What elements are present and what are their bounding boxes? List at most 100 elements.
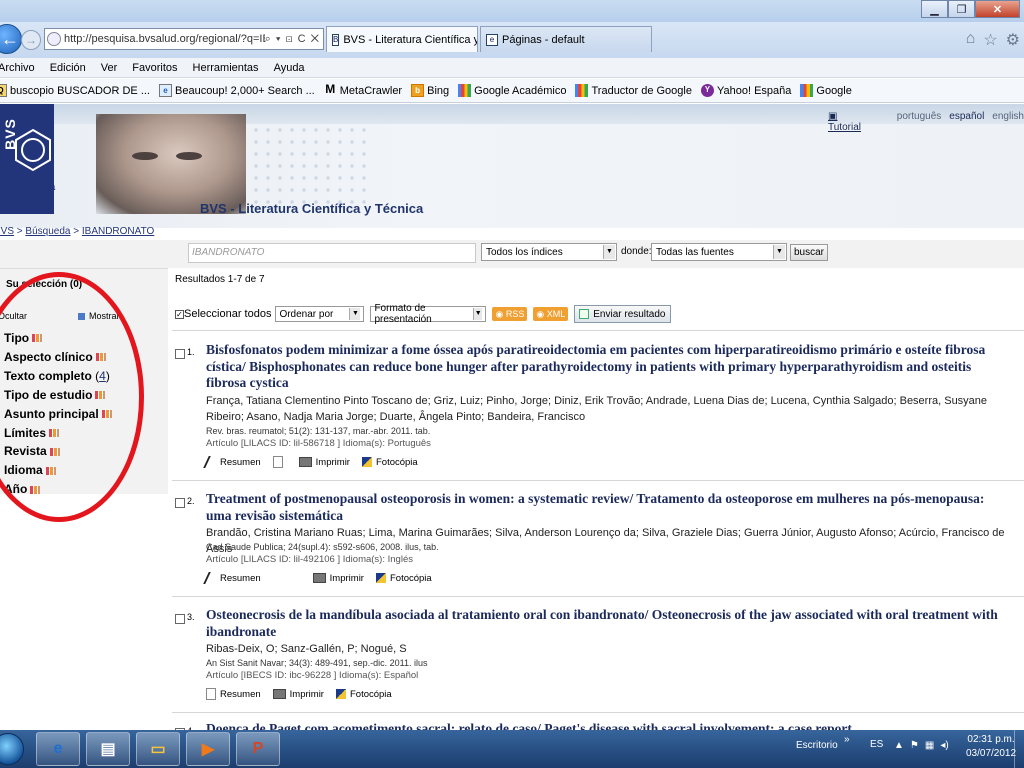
explorer-taskbar-icon[interactable]: ▤ <box>86 732 130 766</box>
result-checkbox[interactable] <box>175 498 185 508</box>
result-checkbox[interactable] <box>175 614 185 624</box>
forward-button[interactable]: → <box>21 30 41 50</box>
fotocopia-button[interactable]: Fotocópia <box>375 573 432 584</box>
menu-edicion[interactable]: Edición <box>50 62 86 74</box>
media-player-taskbar-icon[interactable]: ▶ <box>186 732 230 766</box>
fotocopia-button[interactable]: Fotocópia <box>361 457 418 468</box>
volume-icon[interactable]: ◂) <box>940 740 948 751</box>
result-actions: Resumen Imprimir Fotocópia <box>203 572 444 584</box>
fotocopia-icon <box>335 689 346 699</box>
address-bar[interactable]: http://pesquisa.bvsalud.org/regional/?q=… <box>44 28 324 50</box>
menu-ver[interactable]: Ver <box>101 62 118 74</box>
printer-icon <box>272 689 286 699</box>
favorite-bing[interactable]: b Bing <box>411 84 449 97</box>
flag-icon[interactable]: ⚑ <box>910 740 919 751</box>
windows-logo-icon <box>0 733 24 765</box>
menu-herramientas[interactable]: Herramientas <box>193 62 259 74</box>
document-icon <box>206 688 216 700</box>
result-title[interactable]: Osteonecrosis de la mandíbula asociada a… <box>206 607 1006 640</box>
ie-taskbar-icon[interactable]: e <box>36 732 80 766</box>
imprimir-button[interactable]: Imprimir <box>298 457 350 468</box>
menu-favoritos[interactable]: Favoritos <box>132 62 177 74</box>
favorites-star-icon[interactable]: ☆ <box>983 30 997 50</box>
logo-line2: Virtual en salud <box>0 194 37 217</box>
show-desktop-button[interactable] <box>1014 730 1024 768</box>
favorite-google[interactable]: Google <box>800 84 852 97</box>
favorite-beaucoup[interactable]: e Beaucoup! 2,000+ Search ... <box>159 84 315 97</box>
address-url[interactable]: http://pesquisa.bvsalud.org/regional/?q=… <box>64 33 265 45</box>
menu-archivo[interactable]: Archivo <box>0 62 35 74</box>
language-bar: ▣ Tutorial português español english <box>828 111 1024 133</box>
resumen-button[interactable]: Resumen <box>203 456 261 468</box>
page-title: BVS - Literatura Científica y Técnica <box>200 201 424 216</box>
search-input[interactable]: IBANDRONATO <box>188 243 476 263</box>
divider <box>172 480 1024 481</box>
address-tools-icon[interactable]: ⌕ ▾ ⊡ C ✕ <box>265 33 323 46</box>
printer-icon <box>312 573 326 583</box>
home-icon[interactable]: ⌂ <box>966 30 976 50</box>
minimize-button[interactable]: ▁ <box>921 0 948 18</box>
ie-tab-icon: e <box>486 33 498 46</box>
result-number: 2. <box>187 496 195 506</box>
order-by-select[interactable]: Ordenar por ▼ <box>275 306 365 322</box>
result-title[interactable]: Bisfosfonatos podem minimizar a fome óss… <box>206 342 1006 392</box>
send-results-button[interactable]: Enviar resultado <box>574 305 671 323</box>
favorite-google-academico[interactable]: Google Académico <box>458 84 566 97</box>
folder-taskbar-icon[interactable]: ▭ <box>136 732 180 766</box>
network-icon[interactable]: ▦ <box>925 740 934 751</box>
xml-button[interactable]: ◉ XML <box>533 307 569 321</box>
fotocopia-icon <box>361 457 372 467</box>
xml-icon: ◉ <box>536 308 545 319</box>
imprimir-button[interactable]: Imprimir <box>272 689 324 700</box>
title-bar: ▁ ❐ ✕ <box>0 0 1024 22</box>
tutorial-link[interactable]: ▣ Tutorial <box>828 111 871 133</box>
lang-portugues[interactable]: português <box>897 111 941 133</box>
google-icon <box>575 84 589 97</box>
tab-title: BVS - Literatura Científica y ... <box>343 33 478 46</box>
site-banner: BVS Biblioteca Virtual en salud BVS - Li… <box>0 104 1024 237</box>
desktop-toolbar[interactable]: Escritorio» <box>796 734 850 751</box>
lang-english[interactable]: english <box>992 111 1024 133</box>
favorite-yahoo[interactable]: Y Yahoo! España <box>700 84 791 97</box>
favorite-metacrawler[interactable]: M MetaCrawler <box>324 83 402 97</box>
search-bar: IBANDRONATO Todos los índices ▼ donde: To… <box>0 240 1024 268</box>
result-title[interactable]: Treatment of postmenopausal osteoporosis… <box>206 491 1006 524</box>
clock[interactable]: 02:31 p.m. 03/07/2012 <box>966 733 1016 761</box>
search-button[interactable]: buscar <box>790 244 829 261</box>
rss-button[interactable]: ◉ RSS <box>492 307 528 321</box>
logo-caption: Biblioteca Virtual en salud <box>0 182 62 218</box>
fotocopia-button[interactable]: Fotocópia <box>335 689 392 700</box>
imprimir-button[interactable]: Imprimir <box>312 573 364 584</box>
result-checkbox[interactable] <box>175 349 185 359</box>
resumen-button[interactable]: Resumen <box>206 688 261 700</box>
chevron-icon: » <box>844 734 850 745</box>
google-icon <box>800 84 814 97</box>
powerpoint-taskbar-icon[interactable]: P <box>236 732 280 766</box>
resumen-button[interactable]: Resumen <box>203 572 261 584</box>
breadcrumb-query[interactable]: IBANDRONATO <box>82 226 154 237</box>
favorite-buscopio[interactable]: Q buscopio BUSCADOR DE ... <box>0 84 150 97</box>
breadcrumb-busqueda[interactable]: Búsqueda <box>25 226 70 237</box>
document-icon-button[interactable] <box>272 456 287 468</box>
rss-icon: ◉ <box>495 308 504 319</box>
settings-gear-icon[interactable]: ⚙ <box>1006 30 1020 50</box>
favorite-traductor[interactable]: Traductor de Google <box>575 84 692 97</box>
breadcrumb-bvs[interactable]: BVS <box>0 226 14 237</box>
maximize-button[interactable]: ❐ <box>948 0 975 18</box>
tab-paginas[interactable]: e Páginas - default <box>480 26 652 52</box>
result-authors: Ribas-Deix, O; Sanz-Gallén, P; Nogué, S <box>206 643 407 655</box>
tray-arrow-icon[interactable]: ▲ <box>894 740 904 751</box>
back-button[interactable]: ← <box>0 24 22 54</box>
language-indicator[interactable]: ES <box>870 739 883 750</box>
result-title[interactable]: Doença de Paget com acometimento sacral:… <box>206 721 1006 730</box>
close-button[interactable]: ✕ <box>975 0 1020 18</box>
select-all-checkbox[interactable]: ✓ <box>175 309 184 319</box>
start-button[interactable] <box>0 730 30 768</box>
lang-espanol[interactable]: español <box>949 111 984 133</box>
result-source: Cad Saude Publica; 24(supl.4): s592-s606… <box>206 542 439 552</box>
format-select[interactable]: Formato de presentación ▼ <box>370 303 487 325</box>
tab-bvs[interactable]: B BVS - Literatura Científica y ... ✕ <box>326 26 478 52</box>
source-select[interactable]: Todas las fuentes ▼ <box>651 243 787 261</box>
index-select[interactable]: Todos los índices ▼ <box>481 243 617 261</box>
menu-ayuda[interactable]: Ayuda <box>274 62 305 74</box>
